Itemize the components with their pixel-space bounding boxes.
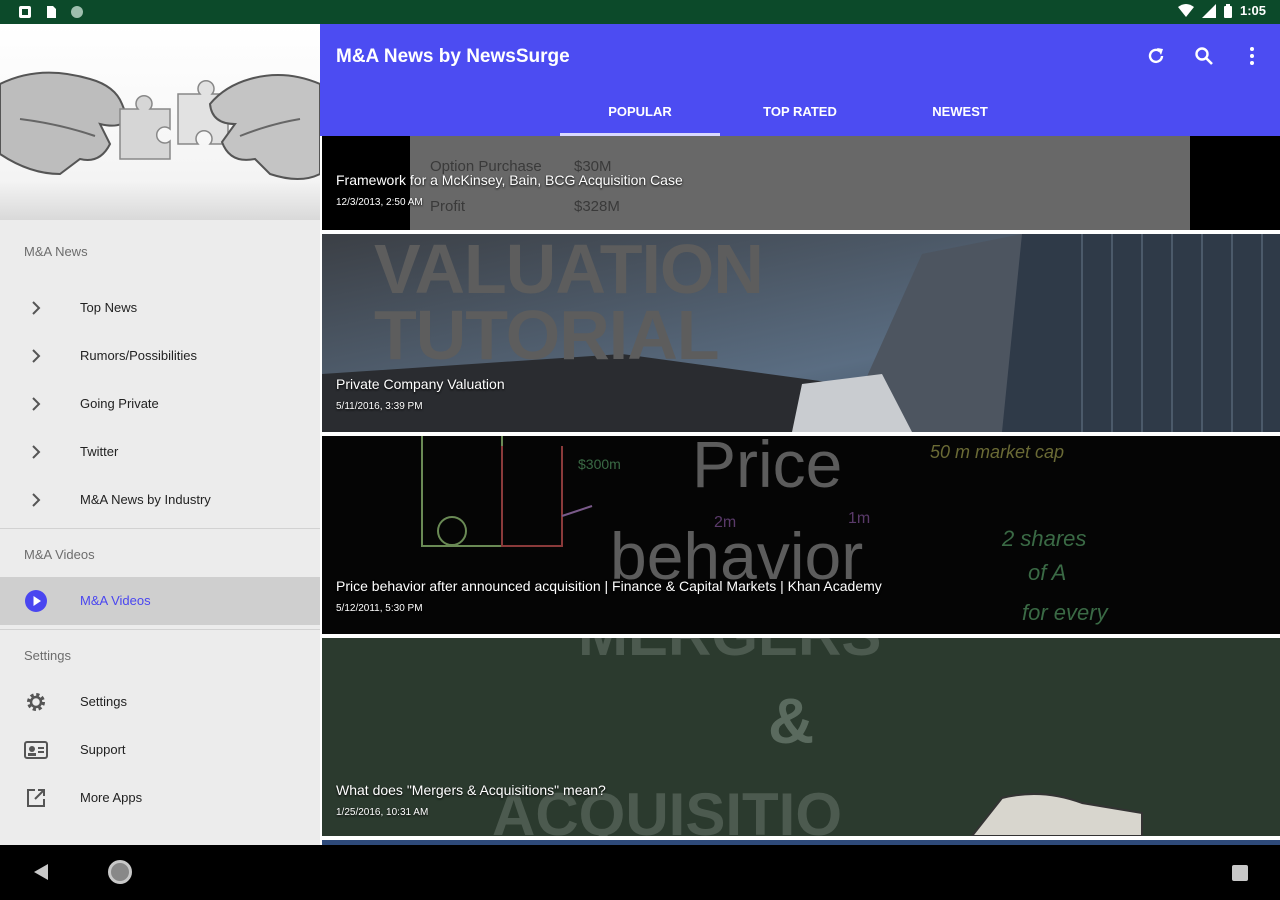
thumbnail-text: Profit [430, 198, 466, 215]
chevron-right-icon [24, 296, 48, 320]
notification-icons [18, 5, 84, 19]
drawer-header-image [0, 24, 320, 220]
drawer-item-label: Support [80, 742, 126, 757]
notification-app-icon [19, 6, 31, 18]
puzzle-hands-illustration [0, 71, 320, 180]
video-card[interactable]: MERGERS & ACQUISITIO What does "Mergers … [322, 638, 1280, 836]
video-card[interactable]: Option Purchase $30M Profit $328M Framew… [322, 136, 1280, 230]
tab-top-rated[interactable]: TOP RATED [720, 88, 880, 136]
recents-button-icon[interactable] [1232, 865, 1248, 881]
section-label-videos: M&A Videos [24, 547, 95, 562]
drawer-item-going-private[interactable]: Going Private [0, 380, 320, 428]
drawer-item-label: M&A Videos [80, 593, 151, 608]
tab-popular[interactable]: POPULAR [560, 88, 720, 136]
system-status: 1:05 [1177, 3, 1266, 18]
drawer-item-label: Top News [80, 300, 138, 315]
thumbnail-text: for every [1022, 600, 1108, 625]
drawer-item-more-apps[interactable]: More Apps [0, 774, 320, 822]
video-date: 12/3/2013, 2:50 AM [336, 197, 423, 208]
app-bar: M&A News by NewsSurge POPULAR TOP RATED … [320, 24, 1280, 136]
drawer-item-settings[interactable]: Settings [0, 678, 320, 726]
battery-icon [1223, 3, 1232, 18]
drawer-item-label: Settings [80, 694, 127, 709]
drawer-item-twitter[interactable]: Twitter [0, 428, 320, 476]
section-label-settings: Settings [24, 648, 71, 663]
chevron-right-icon [24, 488, 48, 512]
home-button-icon[interactable] [108, 860, 132, 884]
thumbnail-text: & [768, 685, 815, 757]
refresh-icon [1148, 48, 1164, 64]
status-bar: 1:05 [0, 0, 1280, 24]
search-icon [1195, 47, 1213, 65]
video-date: 5/12/2011, 5:30 PM [336, 603, 423, 614]
open-external-icon [24, 786, 48, 810]
video-title: Private Company Valuation [336, 376, 505, 392]
clock: 1:05 [1239, 3, 1266, 18]
drawer-item-label: Going Private [80, 396, 159, 411]
divider [0, 629, 320, 630]
system-navigation-bar [0, 845, 1280, 900]
support-card-icon [24, 738, 48, 762]
divider [0, 528, 320, 529]
video-title: What does "Mergers & Acquisitions" mean? [336, 782, 606, 798]
video-title: Price behavior after announced acquisiti… [336, 578, 882, 594]
signal-icon [1201, 3, 1216, 18]
drawer-item-top-news[interactable]: Top News [0, 284, 320, 332]
thumbnail-text: 50 m market cap [930, 442, 1065, 462]
video-list: Option Purchase $30M Profit $328M Framew… [320, 136, 1280, 845]
thumbnail-text: of A [1028, 560, 1067, 585]
tab-newest[interactable]: NEWEST [880, 88, 1040, 136]
thumbnail-text: $328M [574, 198, 620, 215]
video-date: 5/11/2016, 3:39 PM [336, 401, 423, 412]
drawer-item-support[interactable]: Support [0, 726, 320, 774]
thumbnail-text: 1m [848, 510, 871, 527]
thumbnail-text: VALUATION [374, 234, 764, 308]
drawer-item-label: More Apps [80, 790, 143, 805]
drawer-item-label: M&A News by Industry [80, 492, 211, 507]
navigation-drawer: M&A News Top News Rumors/Possibilities G… [0, 24, 320, 845]
play-circle-icon [24, 589, 48, 613]
tab-bar: POPULAR TOP RATED NEWEST [560, 88, 1040, 136]
chevron-right-icon [24, 440, 48, 464]
video-title: Framework for a McKinsey, Bain, BCG Acqu… [336, 172, 683, 188]
app-title: M&A News by NewsSurge [336, 46, 570, 67]
thumbnail-text: TUTORIAL [374, 296, 720, 374]
sync-icon [71, 6, 83, 18]
app-bar-actions [1144, 44, 1264, 68]
thumbnail-text: $300m [578, 456, 621, 472]
video-date: 1/25/2016, 10:31 AM [336, 807, 429, 818]
video-card[interactable]: VALUATION TUTORIAL Private Company Valua… [322, 234, 1280, 432]
thumbnail-text: 2m [714, 514, 737, 531]
drawer-item-label: Twitter [80, 444, 119, 459]
sd-card-icon [47, 6, 56, 18]
refresh-button[interactable] [1144, 44, 1168, 68]
thumbnail-text: Price [692, 436, 843, 501]
more-vert-icon [1250, 47, 1254, 65]
thumbnail-text: MERGERS [578, 638, 881, 669]
search-button[interactable] [1192, 44, 1216, 68]
thumbnail-text: 2 shares [1002, 526, 1087, 551]
wifi-icon [1177, 3, 1194, 17]
section-label-news: M&A News [24, 244, 88, 259]
gear-icon [24, 690, 48, 714]
chevron-right-icon [24, 392, 48, 416]
drawer-item-news-by-industry[interactable]: M&A News by Industry [0, 476, 320, 524]
back-button-icon[interactable] [32, 863, 50, 881]
drawer-item-label: Rumors/Possibilities [80, 348, 198, 363]
chevron-right-icon [24, 344, 48, 368]
drawer-item-rumors[interactable]: Rumors/Possibilities [0, 332, 320, 380]
overflow-menu-button[interactable] [1240, 44, 1264, 68]
drawer-item-videos[interactable]: M&A Videos [0, 577, 320, 625]
video-card[interactable]: Price behavior 50 m market cap 2 shares … [322, 436, 1280, 634]
